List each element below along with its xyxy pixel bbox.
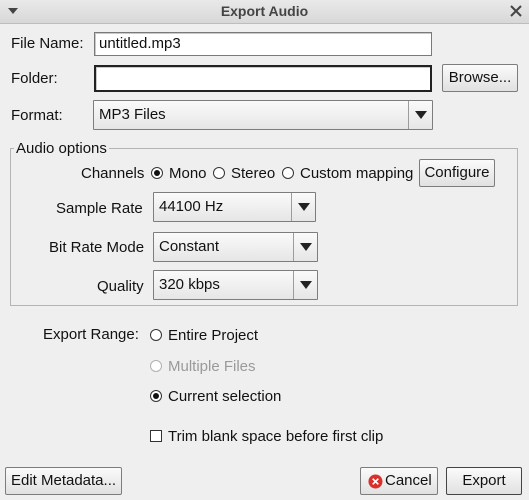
quality-value: 320 kbps: [159, 276, 220, 293]
chevron-down-icon: [300, 281, 312, 289]
format-label: Format:: [11, 107, 63, 124]
mono-radio[interactable]: [151, 167, 163, 179]
browse-button[interactable]: Browse...: [442, 64, 518, 92]
quality-label: Quality: [97, 278, 144, 295]
entire-project-label[interactable]: Entire Project: [168, 327, 258, 344]
close-icon[interactable]: [509, 4, 523, 18]
file-name-input[interactable]: untitled.mp3: [94, 32, 432, 56]
mono-label[interactable]: Mono: [169, 165, 207, 182]
edit-metadata-button[interactable]: Edit Metadata...: [5, 467, 122, 495]
cancel-label: Cancel: [385, 472, 432, 489]
stereo-radio[interactable]: [213, 167, 225, 179]
bit-rate-mode-label: Bit Rate Mode: [49, 239, 145, 256]
sample-rate-label: Sample Rate: [56, 200, 143, 217]
chevron-down-icon: [415, 111, 427, 119]
audio-options-title: Audio options: [14, 140, 109, 157]
export-range-label: Export Range:: [43, 326, 139, 343]
multiple-files-label: Multiple Files: [168, 358, 256, 375]
trim-blank-space-label[interactable]: Trim blank space before first clip: [168, 428, 383, 445]
export-audio-dialog: Export Audio File Name: untitled.mp3 Fol…: [0, 0, 529, 500]
cancel-button[interactable]: Cancel: [360, 467, 438, 495]
stereo-label[interactable]: Stereo: [231, 165, 275, 182]
chevron-down-icon: [298, 203, 310, 211]
bit-rate-mode-select[interactable]: Constant: [153, 232, 318, 262]
channels-label: Channels: [81, 165, 145, 182]
folder-input[interactable]: [94, 65, 432, 92]
custom-mapping-radio[interactable]: [282, 167, 294, 179]
quality-dropdown[interactable]: [293, 271, 317, 299]
current-selection-label[interactable]: Current selection: [168, 388, 281, 405]
format-select[interactable]: MP3 Files: [93, 100, 433, 130]
chevron-down-icon: [300, 243, 312, 251]
file-name-label: File Name:: [11, 35, 84, 52]
bit-rate-mode-value: Constant: [159, 238, 220, 255]
title-bar: Export Audio: [0, 0, 529, 24]
entire-project-radio[interactable]: [150, 329, 162, 341]
format-dropdown[interactable]: [408, 101, 432, 129]
quality-select[interactable]: 320 kbps: [153, 270, 318, 300]
trim-blank-space-checkbox[interactable]: [150, 430, 162, 442]
cancel-icon: [368, 474, 383, 489]
format-value: MP3 Files: [99, 106, 166, 123]
custom-mapping-label[interactable]: Custom mapping: [300, 165, 413, 182]
current-selection-radio[interactable]: [150, 390, 162, 402]
configure-button[interactable]: Configure: [419, 159, 495, 187]
sample-rate-dropdown[interactable]: [291, 193, 315, 221]
sample-rate-value: 44100 Hz: [159, 198, 224, 215]
folder-label: Folder:: [11, 70, 58, 87]
export-button[interactable]: Export: [446, 467, 522, 495]
sample-rate-select[interactable]: 44100 Hz: [153, 192, 316, 222]
window-title: Export Audio: [220, 3, 309, 19]
multiple-files-radio: [150, 360, 162, 372]
bit-rate-mode-dropdown[interactable]: [293, 233, 317, 261]
